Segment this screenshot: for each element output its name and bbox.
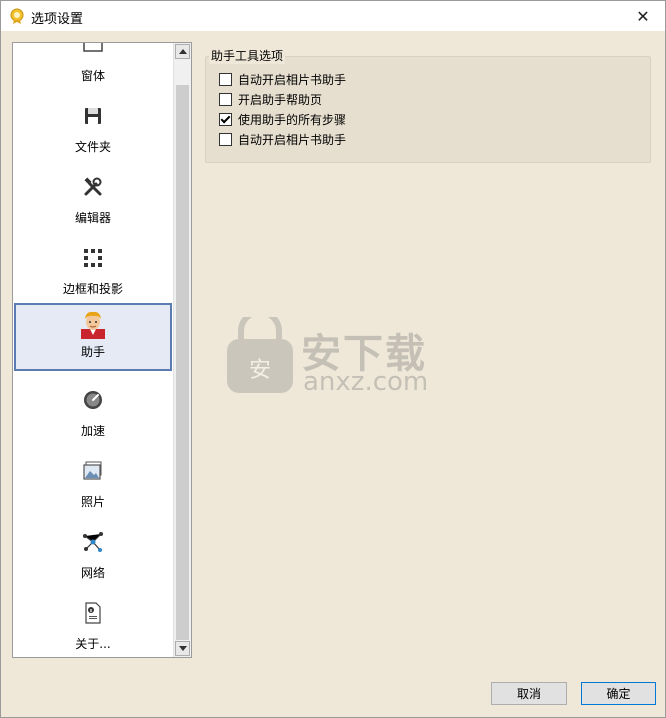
scroll-up-button[interactable] xyxy=(175,44,190,59)
chevron-down-icon xyxy=(178,646,187,651)
options-dialog: 选项设置 ✕ 窗体 文件夹 编辑器 边框和投影 助手 加速 照片 网络 关于..… xyxy=(0,0,666,718)
option-label: 使用助手的所有步骤 xyxy=(238,112,347,127)
scroll-down-button[interactable] xyxy=(175,641,190,656)
checkbox[interactable] xyxy=(219,92,232,106)
option-open-assistant-help[interactable]: 开启助手帮助页 xyxy=(219,91,322,107)
sidebar-scrollbar[interactable] xyxy=(173,43,191,657)
speedometer-icon xyxy=(84,391,102,409)
sidebar-item-network[interactable]: 网络 xyxy=(14,524,172,592)
sidebar-item-photos[interactable]: 照片 xyxy=(14,453,172,521)
sidebar-item-folder[interactable]: 文件夹 xyxy=(14,98,172,166)
sidebar-item-label: 助手 xyxy=(80,345,105,359)
scroll-thumb[interactable] xyxy=(176,85,189,640)
title-bar: 选项设置 ✕ xyxy=(1,1,665,31)
app-logo-icon xyxy=(10,8,24,24)
about-document-icon xyxy=(85,602,101,624)
sidebar-item-acceleration[interactable]: 加速 xyxy=(14,382,172,450)
floppy-disk-icon xyxy=(85,108,101,124)
category-sidebar: 窗体 文件夹 编辑器 边框和投影 助手 加速 照片 网络 关于... xyxy=(12,42,192,658)
sidebar-item-label: 文件夹 xyxy=(74,140,111,154)
option-use-all-assistant-steps[interactable]: 使用助手的所有步骤 xyxy=(219,111,346,127)
sidebar-item-label: 编辑器 xyxy=(74,211,111,225)
sidebar-item-label: 网络 xyxy=(80,566,105,580)
sidebar-item-editor[interactable]: 编辑器 xyxy=(14,169,172,237)
sidebar-item-about[interactable]: 关于... xyxy=(14,595,172,657)
sidebar-item-label: 窗体 xyxy=(80,69,105,83)
cancel-button[interactable]: 取消 xyxy=(491,682,567,705)
assistant-avatar-icon xyxy=(81,311,105,339)
option-label: 自动开启相片书助手 xyxy=(238,72,347,87)
sidebar-item-assistant[interactable]: 助手 xyxy=(14,303,172,371)
checkbox[interactable] xyxy=(219,132,232,146)
network-icon xyxy=(83,532,103,552)
watermark-text-en: anxz.com xyxy=(303,367,429,397)
watermark-badge: 安 xyxy=(249,358,271,383)
window-icon xyxy=(83,43,103,52)
tools-icon xyxy=(84,177,102,196)
window-title: 选项设置 xyxy=(31,12,84,27)
border-dots-icon xyxy=(84,249,102,267)
option-label: 开启助手帮助页 xyxy=(238,92,323,107)
checkbox-checked[interactable] xyxy=(219,112,232,126)
checkbox[interactable] xyxy=(219,72,232,86)
watermark-shield-icon: 安 xyxy=(227,317,293,393)
sidebar-item-window[interactable]: 窗体 xyxy=(14,43,172,95)
option-auto-open-photobook-assistant-2[interactable]: 自动开启相片书助手 xyxy=(219,131,346,147)
option-label: 自动开启相片书助手 xyxy=(238,132,347,147)
group-title: 助手工具选项 xyxy=(209,47,286,64)
sidebar-item-label: 照片 xyxy=(80,495,105,509)
close-button[interactable]: ✕ xyxy=(621,1,665,31)
option-auto-open-photobook-assistant[interactable]: 自动开启相片书助手 xyxy=(219,71,346,87)
close-icon: ✕ xyxy=(636,6,650,26)
sidebar-item-label: 加速 xyxy=(80,424,105,438)
chevron-up-icon xyxy=(178,49,187,54)
sidebar-item-border-shadow[interactable]: 边框和投影 xyxy=(14,240,172,308)
photo-icon xyxy=(83,461,102,480)
ok-button[interactable]: 确定 xyxy=(581,682,656,705)
sidebar-item-label: 边框和投影 xyxy=(62,282,123,296)
sidebar-item-label: 关于... xyxy=(75,637,111,651)
